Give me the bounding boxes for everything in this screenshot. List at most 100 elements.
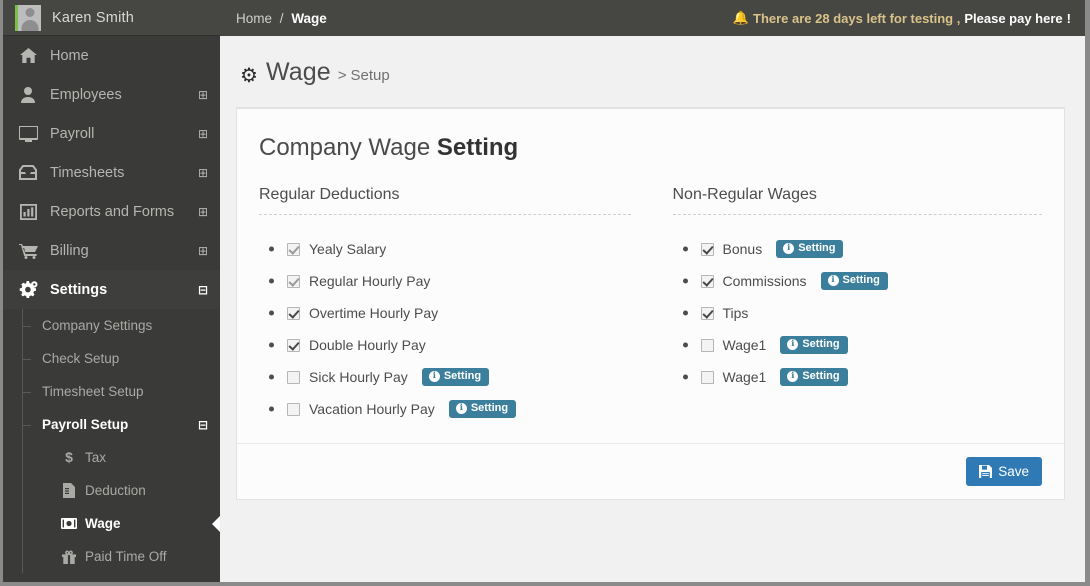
bar-chart-icon (17, 203, 39, 220)
list-item: Sick Hourly Pay i Setting (287, 361, 631, 393)
sidebar-item-label: Home (50, 47, 89, 64)
sidebar-item-label: Paid Time Off (85, 549, 167, 564)
checkbox-vacation-hourly-pay[interactable] (287, 402, 300, 416)
sidebar-item-tax[interactable]: $ Tax (3, 441, 220, 474)
card-title-bold: Setting (436, 134, 519, 161)
columns: Regular Deductions Yealy Salary Regular … (259, 186, 1042, 425)
option-label: Yealy Salary (309, 241, 387, 257)
sidebar-item-label: Employees (50, 86, 122, 103)
option-label: Wage1 (722, 337, 767, 353)
option-label: Bonus (722, 241, 763, 257)
top-bar: Home / Wage 🔔 There are 28 days left for… (220, 0, 1085, 36)
sidebar-item-label: Settings (50, 281, 108, 298)
user-name: Karen Smith (52, 9, 134, 26)
breadcrumb-home-link[interactable]: Home (236, 11, 272, 26)
checkbox-yealy-salary[interactable] (287, 242, 300, 256)
checkbox-overtime-hourly-pay[interactable] (287, 306, 300, 320)
svg-text:$: $ (65, 450, 73, 465)
card-title-light: Company Wage (259, 134, 431, 161)
user-avatar-icon (15, 4, 41, 31)
card-footer: Save (237, 443, 1064, 499)
setting-button-wage1-second[interactable]: i Setting (780, 368, 848, 386)
sidebar-item-paid-time-off[interactable]: Paid Time Off (3, 540, 220, 573)
setting-button-commissions[interactable]: i Setting (820, 272, 888, 290)
list-item: Regular Hourly Pay (287, 265, 631, 297)
checkbox-wage1-second[interactable] (700, 370, 714, 384)
setting-button-sick-hourly-pay[interactable]: i Setting (421, 368, 490, 386)
sidebar-item-employees[interactable]: Employees ⊞ (3, 75, 220, 114)
sidebar: Karen Smith Home Employees ⊞ Payroll ⊞ T… (3, 0, 220, 582)
setting-button-vacation-hourly-pay[interactable]: i Setting (448, 400, 517, 418)
sidebar-item-timesheets[interactable]: Timesheets ⊞ (3, 153, 220, 192)
shopping-cart-icon (17, 242, 39, 259)
sidebar-item-wage[interactable]: Wage (3, 507, 220, 540)
file-text-icon (61, 483, 77, 498)
user-panel[interactable]: Karen Smith (3, 0, 220, 36)
expander-icon[interactable]: ⊟ (198, 418, 208, 432)
sidebar-item-label: Check Setup (42, 351, 120, 366)
option-label: Commissions (722, 273, 807, 289)
sidebar-item-label: Timesheets (50, 164, 125, 181)
list-item: Bonus i Setting (700, 233, 1043, 265)
non-regular-wages-heading: Non-Regular Wages (672, 186, 1042, 215)
expander-icon[interactable]: ⊞ (198, 167, 208, 179)
regular-deductions-column: Regular Deductions Yealy Salary Regular … (259, 186, 651, 425)
sidebar-item-company-settings[interactable]: Company Settings (3, 309, 220, 342)
gift-icon (61, 550, 77, 564)
floppy-disk-icon (979, 465, 993, 478)
list-item: Overtime Hourly Pay (287, 297, 631, 329)
sidebar-item-label: Company Settings (42, 318, 153, 333)
checkbox-double-hourly-pay[interactable] (287, 338, 300, 352)
list-item: Vacation Hourly Pay i Setting (287, 393, 631, 425)
sidebar-item-deduction[interactable]: Deduction (3, 474, 220, 507)
sidebar-item-label: Deduction (85, 483, 146, 498)
info-icon: i (783, 243, 795, 254)
checkbox-tips[interactable] (700, 306, 714, 320)
expander-icon[interactable]: ⊟ (198, 284, 208, 296)
setting-button-label: Setting (443, 370, 482, 382)
option-label: Overtime Hourly Pay (309, 305, 439, 321)
option-label: Tips (722, 305, 749, 321)
checkbox-sick-hourly-pay[interactable] (287, 370, 300, 384)
regular-deductions-list: Yealy Salary Regular Hourly Pay Overtime… (259, 233, 631, 425)
setting-button-label: Setting (798, 242, 836, 254)
page-subtitle: Setup (350, 67, 390, 84)
expander-icon[interactable]: ⊞ (198, 245, 208, 257)
sidebar-item-payroll[interactable]: Payroll ⊞ (3, 114, 220, 153)
sidebar-item-label: Reports and Forms (50, 203, 175, 220)
sidebar-item-check-setup[interactable]: Check Setup (3, 342, 220, 375)
save-button[interactable]: Save (966, 457, 1042, 486)
setting-button-label: Setting (470, 402, 509, 414)
setting-button-label: Setting (802, 338, 840, 350)
expander-icon[interactable]: ⊞ (198, 206, 208, 218)
sidebar-item-billing[interactable]: Billing ⊞ (3, 231, 220, 270)
expander-icon[interactable]: ⊞ (198, 89, 208, 101)
checkbox-wage1-first[interactable] (700, 338, 714, 352)
list-item: Wage1 i Setting (700, 329, 1043, 361)
setting-button-label: Setting (842, 274, 880, 286)
trial-notice-text: There are 28 days left for testing , (753, 10, 961, 26)
checkbox-regular-hourly-pay[interactable] (287, 274, 300, 288)
pay-here-link[interactable]: Please pay here (964, 11, 1062, 26)
regular-deductions-heading: Regular Deductions (259, 186, 631, 215)
sidebar-item-reports-and-forms[interactable]: Reports and Forms ⊞ (3, 192, 220, 231)
setting-button-bonus[interactable]: i Setting (776, 240, 844, 258)
list-item: Tips (700, 297, 1043, 329)
checkbox-commissions[interactable] (700, 274, 714, 288)
sidebar-item-home[interactable]: Home (3, 36, 220, 75)
list-item: Double Hourly Pay (287, 329, 631, 361)
sidebar-item-label: Timesheet Setup (42, 384, 144, 399)
bell-icon: 🔔 (732, 10, 749, 25)
option-label: Sick Hourly Pay (309, 369, 408, 385)
sidebar-item-settings[interactable]: Settings ⊟ (3, 270, 220, 309)
sidebar-item-label: Billing (50, 242, 89, 259)
info-icon: i (787, 339, 799, 350)
checkbox-bonus[interactable] (700, 242, 714, 256)
expander-icon[interactable]: ⊞ (198, 128, 208, 140)
sidebar-item-payroll-setup[interactable]: Payroll Setup ⊟ (3, 408, 220, 441)
sidebar-item-label: Wage (85, 516, 121, 531)
breadcrumb-separator: / (279, 10, 284, 26)
sidebar-item-timesheet-setup[interactable]: Timesheet Setup (3, 375, 220, 408)
setting-button-wage1-first[interactable]: i Setting (780, 336, 848, 354)
inbox-icon (17, 164, 39, 181)
